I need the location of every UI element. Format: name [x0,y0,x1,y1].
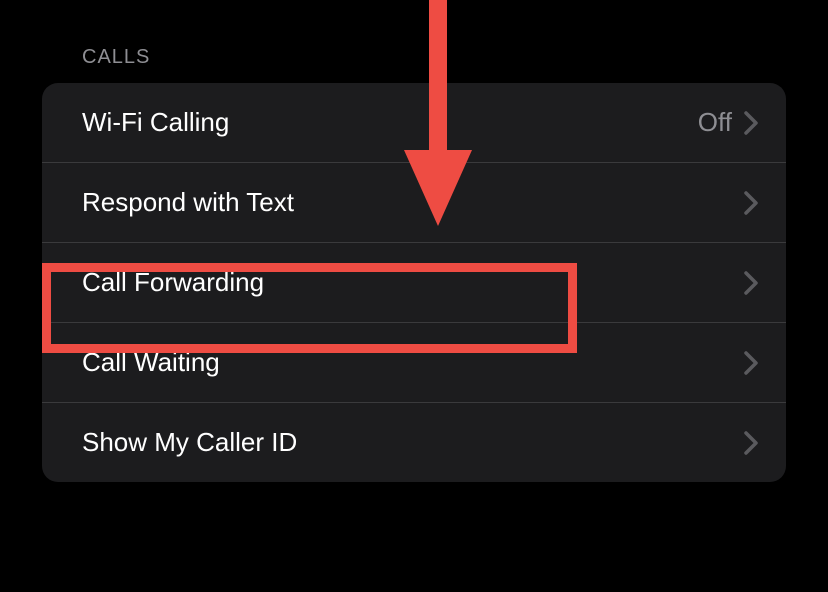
row-right [744,191,758,215]
row-label: Respond with Text [82,187,294,218]
row-right [744,431,758,455]
row-label: Show My Caller ID [82,427,297,458]
row-call-waiting[interactable]: Call Waiting [42,323,786,403]
chevron-right-icon [744,431,758,455]
row-call-forwarding[interactable]: Call Forwarding [42,243,786,323]
row-right [744,351,758,375]
row-label: Call Forwarding [82,267,264,298]
row-right [744,271,758,295]
row-respond-with-text[interactable]: Respond with Text [42,163,786,243]
row-label: Call Waiting [82,347,220,378]
row-right: Off [698,107,758,138]
settings-group-calls: Wi-Fi Calling Off Respond with Text Call… [42,83,786,482]
row-value: Off [698,107,732,138]
row-label: Wi-Fi Calling [82,107,229,138]
chevron-right-icon [744,191,758,215]
chevron-right-icon [744,351,758,375]
chevron-right-icon [744,111,758,135]
row-wifi-calling[interactable]: Wi-Fi Calling Off [42,83,786,163]
chevron-right-icon [744,271,758,295]
section-header-calls: CALLS [0,0,828,83]
row-show-my-caller-id[interactable]: Show My Caller ID [42,403,786,482]
